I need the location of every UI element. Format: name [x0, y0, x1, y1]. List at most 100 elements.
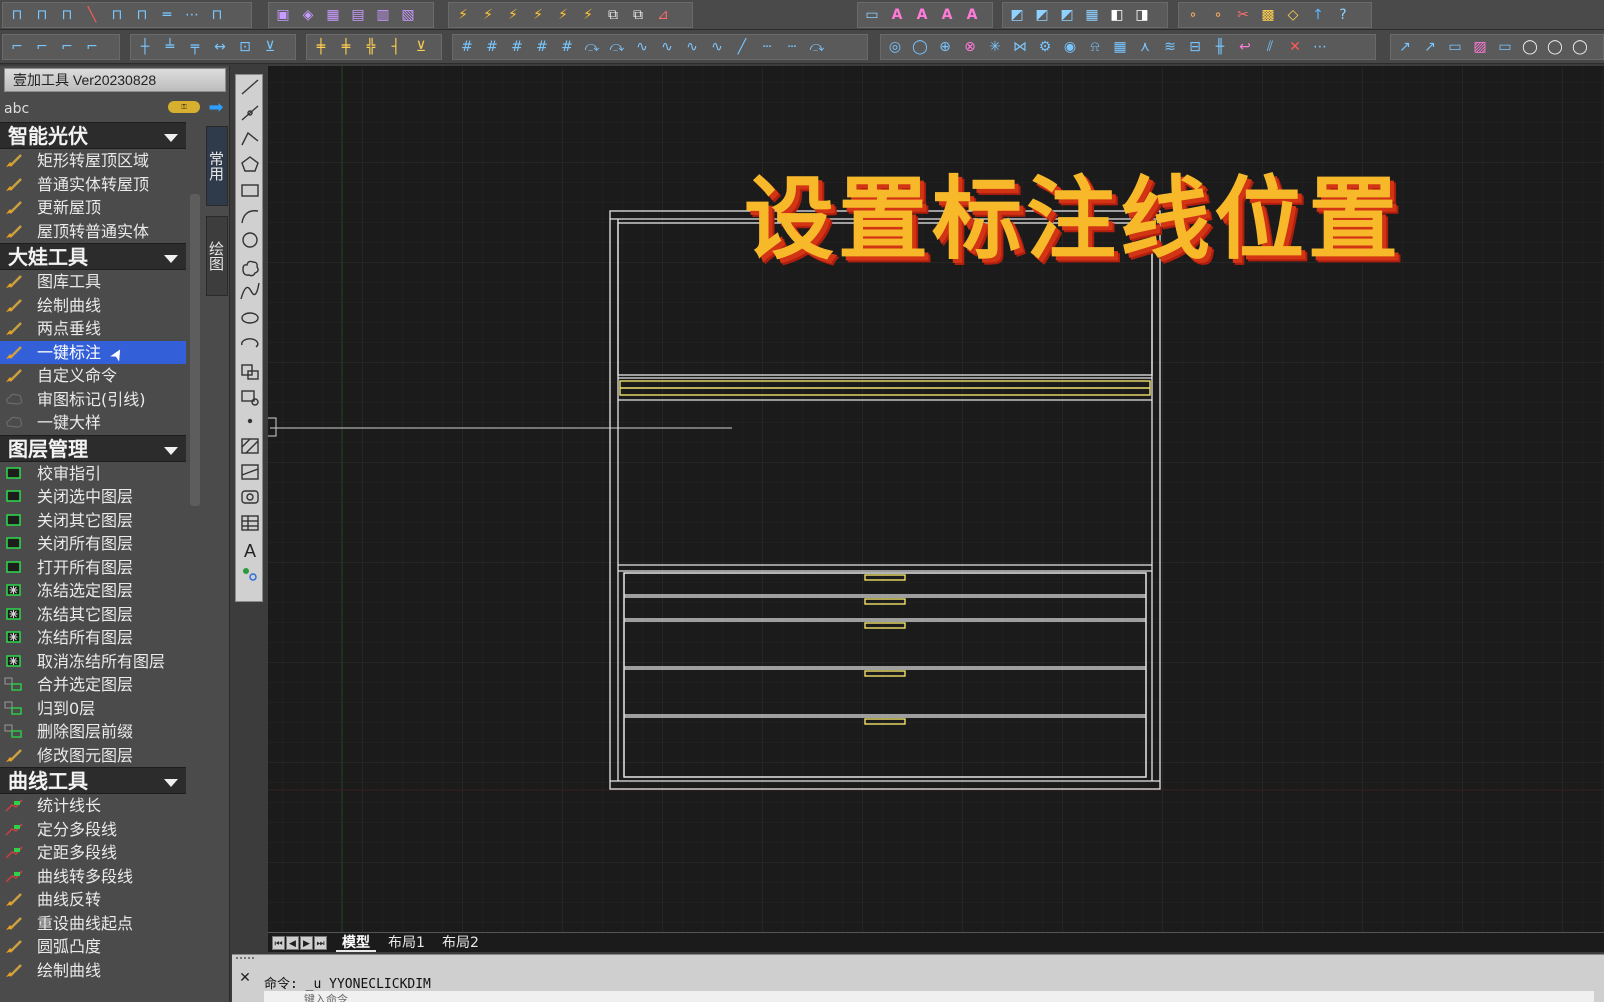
first-tab-arrow-icon[interactable]: ⏮: [272, 936, 285, 950]
align-icon[interactable]: ⊡: [234, 36, 256, 58]
menu-item[interactable]: 自定义命令: [0, 364, 186, 388]
line-icon[interactable]: [241, 79, 259, 95]
menu-item[interactable]: 关闭其它图层: [0, 509, 186, 533]
hatch-icon[interactable]: #: [531, 36, 553, 58]
block-explode-icon[interactable]: ▧: [397, 4, 419, 26]
circle-icon[interactable]: ◯: [909, 36, 931, 58]
hatch-icon[interactable]: #: [506, 36, 528, 58]
region-icon[interactable]: [241, 490, 259, 504]
menu-item[interactable]: 曲线转多段线: [0, 865, 186, 889]
dim-icon[interactable]: ╪: [310, 36, 332, 58]
hatch-icon[interactable]: #: [456, 36, 478, 58]
hatch-icon[interactable]: #: [481, 36, 503, 58]
menu-item[interactable]: 定距多段线: [0, 841, 186, 865]
text-underline-icon[interactable]: A: [961, 4, 983, 26]
quick-tool-icon[interactable]: ⚡: [552, 4, 574, 26]
search-go-arrow-icon[interactable]: ➡: [206, 98, 226, 118]
revision-cloud-icon[interactable]: [242, 260, 259, 277]
menu-item[interactable]: 绘制曲线: [0, 959, 186, 983]
person-icon[interactable]: ⍾: [1084, 36, 1106, 58]
menu-item[interactable]: 曲线反转: [0, 888, 186, 912]
menu-item[interactable]: 矩形转屋顶区域: [0, 149, 186, 173]
construction-line-icon[interactable]: [241, 105, 259, 121]
menu-item[interactable]: 统计线长: [0, 794, 186, 818]
pipe-icon[interactable]: ╫: [1209, 36, 1231, 58]
dim-icon[interactable]: ╬: [360, 36, 382, 58]
fillet-icon[interactable]: ⌐: [81, 36, 103, 58]
select-icon[interactable]: ⧉: [602, 4, 624, 26]
region-icon[interactable]: ◎: [884, 36, 906, 58]
stack-icon[interactable]: ≋: [1159, 36, 1181, 58]
slash-icon[interactable]: ⫽: [1259, 36, 1281, 58]
wave-icon[interactable]: ∿: [656, 36, 678, 58]
collapse-triangle-icon[interactable]: [164, 255, 178, 263]
circle-icon[interactable]: [242, 232, 258, 248]
dim-icon[interactable]: ╪: [335, 36, 357, 58]
collapse-triangle-icon[interactable]: [164, 446, 178, 455]
menu-item[interactable]: 取消冻结所有图层: [0, 650, 186, 674]
circle-icon[interactable]: ◯: [1519, 36, 1541, 58]
last-tab-arrow-icon[interactable]: ⏭: [314, 936, 327, 950]
menu-item[interactable]: 一键大样: [0, 411, 186, 435]
align-icon[interactable]: ⊻: [259, 36, 281, 58]
command-input[interactable]: 键入命令: [264, 991, 1594, 1002]
trim-icon[interactable]: ⊓: [206, 4, 228, 26]
menu-item[interactable]: 合并选定图层: [0, 673, 186, 697]
tab-layout1[interactable]: 布局1: [382, 934, 431, 952]
rectangle-icon[interactable]: ▭: [1444, 36, 1466, 58]
cross-icon[interactable]: ✕: [1284, 36, 1306, 58]
point-icon[interactable]: ∘: [1207, 4, 1229, 26]
block-replace-icon[interactable]: ▥: [372, 4, 394, 26]
text-add-icon[interactable]: A: [911, 4, 933, 26]
align-icon[interactable]: ↔: [209, 36, 231, 58]
drawing-canvas[interactable]: 设置标注线位置: [268, 66, 1604, 932]
align-icon[interactable]: ┼: [134, 36, 156, 58]
circle-icon[interactable]: ◯: [1544, 36, 1566, 58]
hatch-icon[interactable]: #: [556, 36, 578, 58]
ray-icon[interactable]: ↗: [1419, 36, 1441, 58]
point-icon[interactable]: ∘: [1182, 4, 1204, 26]
add-selected-icon[interactable]: [243, 568, 257, 581]
block-edit-icon[interactable]: ◈: [297, 4, 319, 26]
menu-item[interactable]: 审图标记(引线): [0, 388, 186, 412]
menu-item[interactable]: 关闭选中图层: [0, 485, 186, 509]
curve-icon[interactable]: ⤼: [806, 36, 828, 58]
arc-tool-icon[interactable]: ⊓: [56, 4, 78, 26]
tab-common[interactable]: 常用: [206, 126, 228, 206]
polygon-icon[interactable]: [241, 156, 259, 172]
rectangle-icon[interactable]: ▭: [1494, 36, 1516, 58]
gear-icon[interactable]: ⚙: [1034, 36, 1056, 58]
tab-draw[interactable]: 绘图: [206, 216, 228, 296]
fillet-icon[interactable]: ⌐: [6, 36, 28, 58]
layer-tool-icon[interactable]: ◩: [1006, 4, 1028, 26]
dots-icon[interactable]: ⋯: [1309, 36, 1331, 58]
ray-icon[interactable]: ↗: [1394, 36, 1416, 58]
select-icon[interactable]: ⧉: [627, 4, 649, 26]
branch-icon[interactable]: ⋏: [1134, 36, 1156, 58]
insert-block-icon[interactable]: [241, 364, 259, 380]
block-icon[interactable]: ▣: [272, 4, 294, 26]
scissors-icon[interactable]: ✂: [1232, 4, 1254, 26]
spline-icon[interactable]: [240, 282, 260, 300]
quick-tool-icon[interactable]: ⚡: [502, 4, 524, 26]
multiline-text-icon[interactable]: A: [244, 541, 256, 561]
draworder-icon[interactable]: ◨: [1131, 4, 1153, 26]
arc-tool-icon[interactable]: ⊓: [6, 4, 28, 26]
make-block-icon[interactable]: [241, 390, 259, 406]
block-attr-icon[interactable]: ▤: [347, 4, 369, 26]
line-icon[interactable]: ╱: [731, 36, 753, 58]
table-icon[interactable]: ▦: [1081, 4, 1103, 26]
erase-line-icon[interactable]: ╲: [81, 4, 103, 26]
target-icon[interactable]: ◉: [1059, 36, 1081, 58]
hook-icon[interactable]: ↩: [1234, 36, 1256, 58]
menu-item[interactable]: 冻结其它图层: [0, 603, 186, 627]
hatch-icon[interactable]: [241, 438, 259, 454]
text-icon[interactable]: A: [886, 4, 908, 26]
menu-item[interactable]: 圆弧凸度: [0, 935, 186, 959]
menu-item[interactable]: 两点垂线: [0, 317, 186, 341]
up-arrow-icon[interactable]: ↑: [1307, 4, 1329, 26]
align-icon[interactable]: ╤: [184, 36, 206, 58]
table-icon[interactable]: [241, 515, 259, 531]
menu-item[interactable]: 绘制曲线: [0, 294, 186, 318]
menu-item[interactable]: 关闭所有图层: [0, 532, 186, 556]
